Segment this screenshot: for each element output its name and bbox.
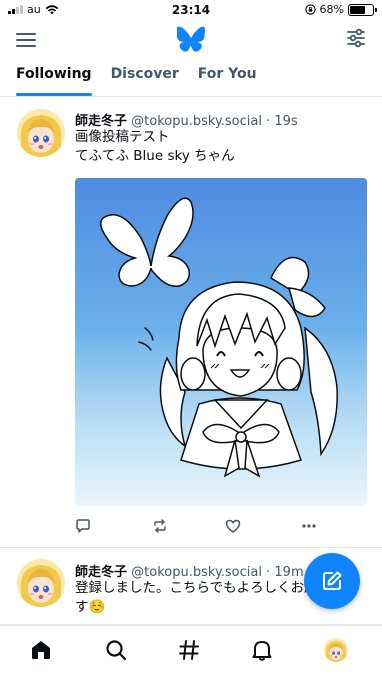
hashtag-icon[interactable] bbox=[177, 638, 201, 662]
post-header: 師走冬子 @tokopu.bsky.social · 19s bbox=[75, 110, 298, 129]
tab-following[interactable]: Following bbox=[16, 60, 92, 96]
post-text-line: 画像投稿テスト bbox=[75, 129, 170, 145]
author-handle[interactable]: @tokopu.bsky.social bbox=[131, 114, 262, 129]
feed-post[interactable]: 師走冬子 @tokopu.bsky.social · 19s 画像投稿テスト て… bbox=[0, 98, 382, 548]
author-name[interactable]: 師走冬子 bbox=[75, 565, 127, 580]
tab-for-you[interactable]: For You bbox=[198, 60, 257, 96]
avatar[interactable] bbox=[17, 559, 65, 607]
feed-tabs: Following Discover For You bbox=[0, 60, 382, 97]
butterfly-shape-icon bbox=[100, 197, 194, 287]
author-name[interactable]: 師走冬子 bbox=[75, 114, 127, 129]
like-icon[interactable] bbox=[225, 518, 241, 534]
battery-icon bbox=[348, 3, 377, 16]
tab-discover[interactable]: Discover bbox=[111, 60, 179, 96]
post-text: 画像投稿テスト てふてふ Blue sky ちゃん bbox=[75, 128, 235, 166]
status-bar: au 23:14 68% bbox=[0, 0, 382, 20]
post-time[interactable]: 19s bbox=[274, 114, 297, 129]
post-image[interactable] bbox=[75, 178, 367, 506]
profile-avatar[interactable] bbox=[324, 638, 348, 662]
author-handle[interactable]: @tokopu.bsky.social bbox=[131, 565, 262, 580]
butterfly-logo-icon[interactable] bbox=[177, 26, 205, 52]
battery-percent: 68% bbox=[319, 3, 344, 16]
more-icon[interactable] bbox=[301, 518, 317, 534]
hamburger-menu-icon[interactable] bbox=[16, 30, 36, 48]
notifications-icon[interactable] bbox=[250, 638, 274, 662]
bottom-nav bbox=[0, 625, 382, 680]
avatar[interactable] bbox=[17, 109, 65, 157]
separator: · bbox=[266, 565, 271, 580]
orientation-lock-icon bbox=[304, 4, 316, 15]
search-icon[interactable] bbox=[104, 638, 128, 662]
compose-button[interactable] bbox=[304, 553, 360, 609]
post-actions bbox=[75, 518, 320, 538]
compose-icon bbox=[323, 571, 342, 590]
post-time[interactable]: 19m bbox=[274, 565, 303, 580]
post-header: 師走冬子 @tokopu.bsky.social · 19m bbox=[75, 561, 304, 580]
repost-icon[interactable] bbox=[152, 518, 168, 534]
separator: · bbox=[266, 114, 271, 129]
status-bar-right: 68% bbox=[304, 3, 377, 16]
home-icon[interactable] bbox=[29, 638, 53, 662]
post-text-line: てふてふ Blue sky ちゃん bbox=[75, 148, 235, 164]
app-header bbox=[0, 20, 382, 60]
feed-settings-icon[interactable] bbox=[346, 28, 366, 48]
battery-fill bbox=[350, 5, 365, 14]
anime-girl-illustration bbox=[100, 197, 338, 478]
reply-icon[interactable] bbox=[75, 518, 91, 534]
